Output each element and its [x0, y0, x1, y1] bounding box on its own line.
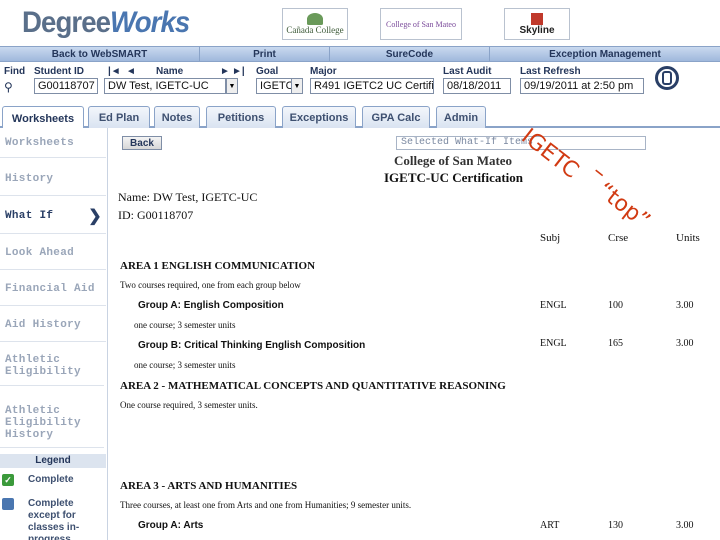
tab-admin[interactable]: Admin: [436, 106, 486, 128]
student-name-dropdown[interactable]: DW Test, IGETC-UC: [104, 78, 226, 94]
find-label: Find: [4, 66, 26, 77]
area3-units: 3.00: [676, 520, 694, 531]
col-subj: Subj: [540, 232, 561, 244]
prev-student-button[interactable]: ◄: [126, 66, 136, 77]
area3-crse: 130: [608, 520, 623, 531]
check-icon: ✓: [2, 474, 14, 486]
skyline-logo: Skyline: [504, 8, 570, 40]
logo-main-text: Degree: [22, 6, 111, 39]
nav-back-to-websmart[interactable]: Back to WebSMART: [0, 47, 200, 61]
legend-complete: ✓ Complete: [0, 474, 106, 486]
chevron-right-icon: ❯: [88, 207, 102, 226]
sidebar-item-history[interactable]: History: [0, 162, 106, 196]
area1-desc: Two courses required, one from each grou…: [120, 280, 301, 290]
groupA-units: 3.00: [676, 300, 694, 311]
tab-bar: Worksheets Ed Plan Notes Petitions Excep…: [0, 102, 720, 130]
sidebar-item-what-if-label: What If: [5, 209, 54, 222]
sidebar-item-worksheets[interactable]: Worksheets: [0, 128, 106, 158]
what-if-select[interactable]: Selected What-If Items: [396, 136, 646, 150]
area3-groupA-title: Group A: Arts: [138, 520, 204, 531]
name-dropdown-arrow-icon[interactable]: ▼: [226, 78, 238, 94]
back-button[interactable]: Back: [122, 136, 162, 150]
tab-exceptions[interactable]: Exceptions: [282, 106, 356, 128]
groupB-title: Group B: Critical Thinking English Compo…: [138, 340, 366, 351]
tree-icon: [307, 13, 323, 25]
last-refresh-label: Last Refresh: [520, 66, 581, 77]
student-search-bar: Find ⚲ Student ID G00118707 |◄ ◄ Name ► …: [0, 62, 720, 102]
sidebar-item-what-if[interactable]: What If ❯: [0, 198, 106, 234]
student-id: ID: G00118707: [118, 208, 194, 222]
last-audit-label: Last Audit: [443, 66, 492, 77]
col-crse: Crse: [608, 232, 629, 244]
canada-college-label: Cañada College: [286, 25, 344, 35]
tab-petitions[interactable]: Petitions: [206, 106, 276, 128]
sidebar-item-financial-aid[interactable]: Financial Aid: [0, 272, 106, 306]
degreeworks-logo: DegreeWorks: [22, 6, 190, 40]
tab-notes[interactable]: Notes: [154, 106, 200, 128]
last-audit-field: 08/18/2011: [443, 78, 511, 94]
student-id-field[interactable]: G00118707: [34, 78, 98, 94]
nav-surecode[interactable]: SureCode: [330, 47, 490, 61]
first-student-button[interactable]: |◄: [108, 66, 121, 77]
csm-logo: College of San Mateo: [380, 8, 462, 40]
groupB-units: 3.00: [676, 338, 694, 349]
legend-in-progress-label: Complete except for classes in-progress: [28, 498, 80, 540]
goal-label: Goal: [256, 66, 279, 77]
groupB-crse: 165: [608, 338, 623, 349]
goal-dropdown[interactable]: IGETC: [256, 78, 292, 94]
legend-complete-label: Complete: [28, 474, 74, 485]
sidebar-item-athletic-eligibility[interactable]: Athletic Eligibility: [0, 346, 104, 386]
sidebar-item-aid-history[interactable]: Aid History: [0, 308, 106, 342]
logo-bar: DegreeWorks Cañada College College of Sa…: [0, 0, 720, 46]
name-label: Name: [156, 66, 184, 77]
legend-header: Legend: [0, 454, 106, 468]
groupB-subj: ENGL: [540, 338, 567, 349]
sidebar-item-athletic-eligibility-history[interactable]: Athletic Eligibility History: [0, 398, 104, 448]
main-content: Back Selected What-If Items College of S…: [110, 128, 720, 540]
csm-label: College of San Mateo: [386, 19, 456, 29]
student-id-label: Student ID: [34, 66, 84, 77]
area2-title: AREA 2 - MATHEMATICAL CONCEPTS AND QUANT…: [120, 380, 506, 392]
last-refresh-field: 09/19/2011 at 2:50 pm: [520, 78, 644, 94]
tab-worksheets[interactable]: Worksheets: [2, 106, 84, 130]
area2-desc: One course required, 3 semester units.: [120, 400, 258, 410]
canada-college-logo: Cañada College: [282, 8, 348, 40]
next-student-button[interactable]: ►: [220, 66, 230, 77]
area3-subj: ART: [540, 520, 560, 531]
top-navbar: Back to WebSMART Print SureCode Exceptio…: [0, 46, 720, 62]
tab-ed-plan[interactable]: Ed Plan: [88, 106, 150, 128]
magnifier-icon[interactable]: ⚲: [4, 80, 13, 94]
last-student-button[interactable]: ►|: [232, 66, 245, 77]
nav-print[interactable]: Print: [200, 47, 330, 61]
groupB-sub: one course; 3 semester units: [134, 360, 236, 370]
groupA-crse: 100: [608, 300, 623, 311]
area1-title: AREA 1 ENGLISH COMMUNICATION: [120, 260, 316, 272]
tab-gpa-calc[interactable]: GPA Calc: [362, 106, 430, 128]
sidebar-item-look-ahead[interactable]: Look Ahead: [0, 236, 106, 270]
skyline-label: Skyline: [519, 24, 555, 36]
area3-title: AREA 3 - ARTS AND HUMANITIES: [120, 480, 298, 492]
major-label: Major: [310, 66, 337, 77]
legend-in-progress: Complete except for classes in-progress: [0, 498, 106, 540]
certificate-title: IGETC-UC Certification: [384, 170, 524, 185]
area3-desc: Three courses, at least one from Arts an…: [120, 500, 412, 510]
student-name: Name: DW Test, IGETC-UC: [118, 190, 258, 204]
partial-icon: [2, 498, 14, 510]
major-field[interactable]: R491 IGETC2 UC Certific: [310, 78, 434, 94]
refresh-icon[interactable]: [655, 66, 679, 90]
goal-dropdown-arrow-icon[interactable]: ▼: [291, 78, 303, 94]
groupA-subj: ENGL: [540, 300, 567, 311]
col-units: Units: [676, 232, 700, 244]
audit-document: College of San Mateo IGETC-UC Certificat…: [110, 153, 720, 540]
logo-accent-text: Works: [110, 6, 190, 39]
sidebar: Worksheets History What If ❯ Look Ahead …: [0, 128, 108, 540]
groupA-sub: one course; 3 semester units: [134, 320, 236, 330]
skyline-mark-icon: [531, 12, 543, 25]
nav-exception-management[interactable]: Exception Management: [490, 47, 720, 61]
school-name: College of San Mateo: [394, 153, 513, 168]
groupA-title: Group A: English Composition: [138, 300, 284, 311]
